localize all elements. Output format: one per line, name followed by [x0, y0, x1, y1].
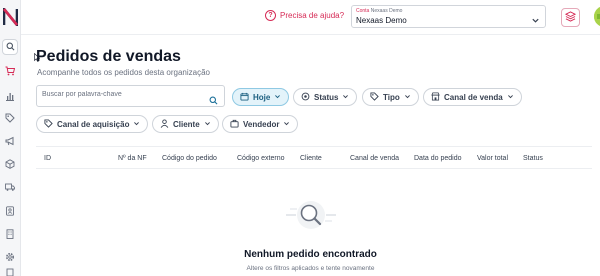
- account-caption-label: Conta: [356, 8, 370, 14]
- column-header-order-code[interactable]: Código do pedido: [162, 155, 217, 162]
- search-field[interactable]: [36, 85, 225, 107]
- calendar-icon: [240, 92, 249, 103]
- search-input[interactable]: [42, 91, 202, 98]
- help-icon: ?: [265, 10, 276, 21]
- filter-customer-chip[interactable]: Cliente: [152, 115, 219, 133]
- filter-seller-chip[interactable]: Vendedor: [222, 115, 299, 133]
- chevron-down-icon: [283, 120, 290, 129]
- column-header-external-code[interactable]: Código externo: [237, 155, 284, 162]
- help-link[interactable]: ? Precisa de ajuda?: [265, 10, 344, 21]
- report-icon: [5, 263, 15, 276]
- filter-acquisition-channel-label: Canal de aquisição: [57, 119, 130, 129]
- account-caption-value: Nexaas Demo: [370, 8, 403, 14]
- user-icon: [160, 118, 169, 130]
- chevron-down-icon: [404, 93, 411, 102]
- bar-chart-icon: [5, 88, 15, 106]
- filter-type-label: Tipo: [383, 92, 400, 102]
- account-value: Nexaas Demo: [356, 16, 407, 25]
- sidebar-item-organization[interactable]: [2, 227, 18, 243]
- sidebar-item-marketing[interactable]: [2, 134, 18, 150]
- filter-status-chip[interactable]: Status: [293, 88, 358, 106]
- sidebar-item-reports[interactable]: [2, 89, 18, 105]
- filter-acquisition-channel-chip[interactable]: Canal de aquisição: [36, 115, 149, 133]
- column-header-status[interactable]: Status: [523, 155, 543, 162]
- chevron-down-icon: [507, 93, 514, 102]
- search-icon[interactable]: [209, 92, 218, 110]
- chevron-down-icon: [274, 93, 281, 102]
- sidebar-item-products[interactable]: [2, 157, 18, 173]
- top-bar: ? Precisa de ajuda? Conta Nexaas Demo Ne…: [21, 0, 600, 35]
- nexaas-logo[interactable]: [2, 7, 19, 27]
- filter-customer-label: Cliente: [173, 119, 200, 129]
- tag-icon: [5, 110, 15, 128]
- avatar[interactable]: [594, 6, 600, 27]
- sidebar: [0, 0, 21, 276]
- column-header-id[interactable]: ID: [44, 155, 51, 162]
- help-label: Precisa de ajuda?: [280, 11, 345, 20]
- filter-sales-channel-chip[interactable]: Canal de venda: [423, 88, 522, 106]
- page-title: Pedidos de vendas: [36, 48, 181, 65]
- search-icon: [6, 38, 15, 56]
- store-icon: [431, 91, 440, 103]
- column-header-nf-number[interactable]: Nº da NF: [118, 155, 147, 162]
- empty-state-title: Nenhum pedido encontrado: [244, 249, 377, 260]
- organization-switch-button[interactable]: [561, 8, 580, 27]
- layers-icon: [564, 9, 577, 27]
- column-header-total-value[interactable]: Valor total: [477, 155, 508, 162]
- sidebar-item-orders[interactable]: [2, 64, 18, 80]
- filter-date-label: Hoje: [253, 92, 271, 102]
- account-select[interactable]: Conta Nexaas Demo Nexaas Demo: [351, 5, 546, 28]
- filter-sales-channel-label: Canal de venda: [444, 92, 503, 102]
- tag-icon: [44, 118, 53, 130]
- page-subtitle: Acompanhe todos os pedidos desta organiz…: [37, 68, 211, 77]
- sidebar-item-search[interactable]: [2, 39, 18, 55]
- box-icon: [5, 156, 15, 174]
- filter-seller-label: Vendedor: [243, 119, 280, 129]
- building-icon: [5, 226, 15, 244]
- contact-card-icon: [5, 203, 15, 221]
- empty-state-subtitle: Altere os filtros aplicados e tente nova…: [246, 265, 375, 272]
- sidebar-item-more[interactable]: [2, 268, 18, 276]
- status-circle-icon: [301, 92, 310, 103]
- cart-icon: [5, 63, 16, 81]
- orders-table-header: ID Nº da NF Código do pedido Código exte…: [36, 146, 592, 169]
- chevron-down-icon: [342, 93, 349, 102]
- sidebar-item-pricing[interactable]: [2, 111, 18, 127]
- column-header-order-date[interactable]: Data do pedido: [414, 155, 461, 162]
- briefcase-icon: [230, 119, 239, 130]
- filter-type-chip[interactable]: Tipo: [362, 88, 419, 106]
- megaphone-icon: [5, 133, 15, 151]
- main-content: Pedidos de vendas Acompanhe todos os ped…: [21, 36, 600, 276]
- chevron-down-icon: [204, 120, 211, 129]
- truck-icon: [5, 179, 15, 197]
- column-header-customer[interactable]: Cliente: [300, 155, 322, 162]
- filter-date-chip[interactable]: Hoje: [232, 88, 290, 106]
- sidebar-item-contacts[interactable]: [2, 204, 18, 220]
- empty-state-search-illustration: [284, 198, 338, 239]
- sidebar-item-logistics[interactable]: [2, 180, 18, 196]
- column-header-sales-channel[interactable]: Canal de venda: [350, 155, 399, 162]
- chevron-down-icon: [133, 120, 140, 129]
- filter-status-label: Status: [314, 92, 339, 102]
- tag-icon: [370, 91, 379, 103]
- chevron-down-icon: [531, 12, 540, 30]
